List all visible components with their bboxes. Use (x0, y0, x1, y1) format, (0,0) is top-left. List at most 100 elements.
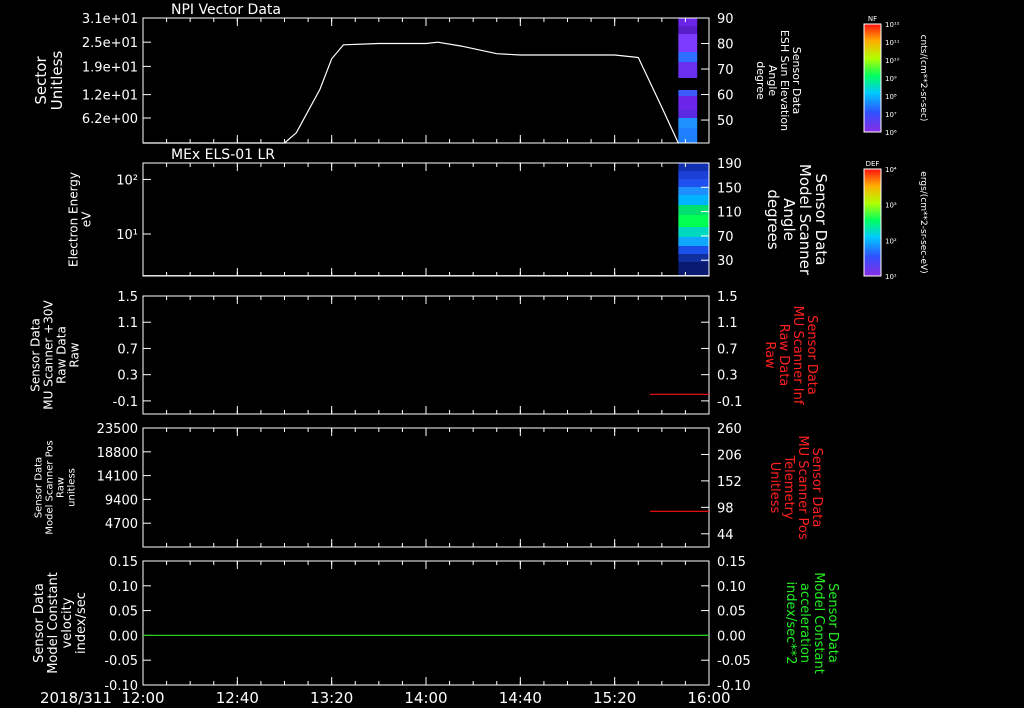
colorbar-tick-label: 10⁷ (885, 111, 897, 119)
spectrogram-cell (678, 187, 709, 195)
axis-label-line: MU Scanner Inf (790, 306, 805, 405)
left-tick-label: 2.5e+01 (82, 36, 138, 51)
colorbar-tick-label: 10³ (885, 202, 897, 210)
spectrogram-cell (678, 90, 698, 96)
time-axis-label: 14:40 (499, 689, 542, 707)
colorbar-tick-label: 10⁶ (885, 129, 897, 137)
axis-label-line: index/sec (74, 592, 89, 654)
left-tick-label: -0.05 (104, 654, 138, 669)
axis-label-line: Unitless (767, 462, 782, 514)
left-tick-label: 10² (116, 173, 138, 188)
spectrogram-cell (678, 26, 698, 34)
left-tick-label: 0.05 (109, 605, 138, 620)
axis-label-line: Unitless (48, 51, 66, 111)
spectrogram-cell (678, 118, 698, 128)
left-tick-label: 0.00 (109, 629, 138, 644)
right-tick-label: 206 (717, 448, 742, 463)
right-tick-label: 44 (717, 528, 734, 543)
right-tick-label: 30 (717, 254, 734, 269)
spectrogram-cell (678, 215, 709, 227)
right-tick-label: -0.05 (717, 654, 751, 669)
left-tick-label: 0.7 (117, 342, 138, 357)
spectrogram-cell (678, 62, 698, 78)
left-tick-label: 1.2e+01 (82, 89, 138, 104)
axis-label-line: Sensor Data (825, 583, 840, 663)
left-tick-label: 18800 (97, 446, 138, 461)
date-label: 2018/311 (40, 689, 112, 707)
spectrogram-cell (678, 110, 698, 118)
right-tick-label: 98 (717, 501, 734, 516)
colorbar-tick-label: 10² (885, 237, 897, 245)
axis-label-line: Sensor Data (34, 457, 45, 518)
axis-label-line: degree (754, 61, 767, 100)
colorbar-tick-label: 10¹ (885, 273, 897, 281)
time-axis-label: 12:00 (121, 689, 164, 707)
tplot-figure: NPI Vector Data 3.1e+01 2.5e+01 1.9e+01 1.2e… (0, 0, 1024, 708)
spectrogram-cell (678, 34, 698, 52)
spectrogram-cell (678, 128, 698, 143)
colorbar-title: DEF (866, 160, 880, 168)
left-tick-label: 6.2e+00 (82, 112, 138, 127)
time-axis-label: 12:40 (216, 689, 259, 707)
right-tick-label: 152 (717, 475, 742, 490)
axis-label-line: Raw Data (776, 324, 791, 387)
left-tick-label: 3.1e+01 (82, 12, 138, 27)
colorbar-units: cnts/(cm**2-sr-sec) (918, 35, 928, 122)
colorbar-1 (864, 24, 881, 132)
right-tick-label: 0.05 (717, 605, 746, 620)
spectrogram-cell (678, 171, 709, 179)
time-axis-label: 15:20 (593, 689, 636, 707)
left-tick-label: 0.10 (109, 580, 138, 595)
colorbar-tick-label: 10¹² (885, 21, 900, 29)
right-tick-label: 0.00 (717, 629, 746, 644)
axis-label-line: Sensor Data (809, 448, 824, 528)
time-axis-label: 16:00 (687, 689, 730, 707)
right-tick-label: 0.10 (717, 580, 746, 595)
left-tick-label: -0.1 (113, 395, 138, 410)
axis-label-line: Model Scanner Pos (45, 440, 56, 534)
right-tick-label: 260 (717, 422, 742, 437)
right-tick-label: 1.5 (717, 290, 738, 305)
axis-label-line: Sensor Data (804, 315, 819, 395)
left-tick-label: 9400 (105, 493, 138, 508)
left-tick-label: 14100 (97, 470, 138, 485)
panel-5-right-axis-label: Sensor DataModel Constantaccelerationind… (783, 572, 840, 674)
axis-label-line: degrees (764, 189, 782, 250)
axis-label-line: Sensor Data (29, 318, 43, 392)
colorbar-tick-label: 10¹⁰ (885, 57, 900, 65)
spectrogram-cell (678, 163, 709, 171)
time-axis-label: 14:00 (404, 689, 447, 707)
right-tick-label: 1.1 (717, 316, 738, 331)
left-tick-label: 10¹ (116, 228, 138, 243)
axis-label-line: Model Constant (46, 572, 61, 674)
panel-2-title: MEx ELS-01 LR (171, 147, 275, 163)
axis-label-line: Raw (68, 342, 82, 367)
right-tick-label: 190 (717, 157, 742, 172)
colorbar-tick-label: 10⁹ (885, 75, 897, 83)
colorbar-tick-label: 10¹¹ (885, 39, 900, 47)
axis-label-line: unitless (67, 468, 78, 507)
right-tick-label: 70 (717, 63, 734, 78)
axis-label-line: Raw (56, 477, 67, 498)
spectrogram-cell (678, 237, 709, 246)
left-tick-label: 1.9e+01 (82, 60, 138, 75)
left-tick-label: 1.1 (117, 316, 138, 331)
right-tick-label: 0.15 (717, 555, 746, 570)
colorbar-2 (864, 169, 881, 276)
right-tick-label: 50 (717, 114, 734, 129)
spectrogram-cell (678, 52, 698, 62)
axis-label-line: Raw (762, 341, 777, 369)
left-tick-label: 0.15 (109, 555, 138, 570)
left-tick-label: 0.3 (117, 369, 138, 384)
colorbar-title: NF (868, 15, 877, 23)
spectrogram-cell (678, 179, 709, 187)
right-tick-label: 60 (717, 89, 734, 104)
axis-label-line: index/sec**2 (783, 581, 798, 664)
axis-label-line: acceleration (797, 583, 812, 663)
right-tick-label: 150 (717, 181, 742, 196)
right-tick-label: -0.1 (717, 395, 742, 410)
right-tick-label: 0.3 (717, 369, 738, 384)
right-tick-label: 90 (717, 12, 734, 27)
left-tick-label: 23500 (97, 422, 138, 437)
left-tick-label: 4700 (105, 517, 138, 532)
